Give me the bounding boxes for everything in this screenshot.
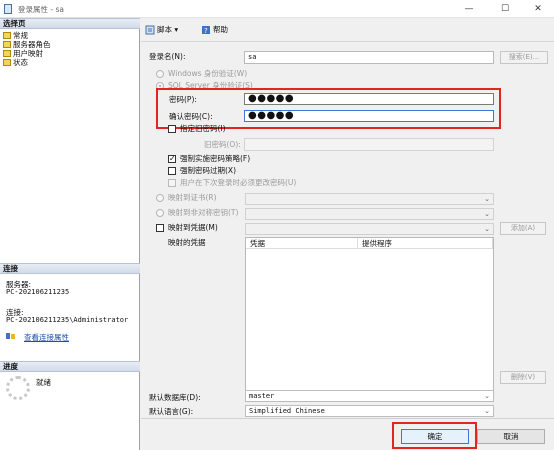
page-icon bbox=[3, 59, 11, 66]
add-credential-button[interactable]: 添加(A) bbox=[500, 222, 546, 235]
login-name-field[interactable]: sa bbox=[244, 51, 494, 64]
window-title: 登录属性 - sa bbox=[18, 5, 64, 14]
close-button[interactable]: ✕ bbox=[520, 2, 554, 16]
sidebar-item-label: 服务器角色 bbox=[13, 40, 51, 49]
cancel-button[interactable]: 取消 bbox=[477, 429, 545, 444]
login-name-label: 登录名(N): bbox=[149, 52, 186, 61]
title-bar: 登录属性 - sa — ☐ ✕ bbox=[0, 0, 554, 18]
chevron-down-icon: ⌄ bbox=[484, 392, 490, 400]
sidebar-item-label: 状态 bbox=[13, 58, 28, 67]
default-lang-label: 默认语言(G): bbox=[149, 407, 194, 416]
view-connection-properties-link[interactable]: 查看连接属性 bbox=[24, 332, 69, 343]
sidebar-item-label: 用户映射 bbox=[13, 49, 43, 58]
specify-old-password-checkbox[interactable] bbox=[168, 125, 176, 133]
page-icon bbox=[3, 32, 11, 39]
chevron-down-icon: ▾ bbox=[172, 25, 179, 34]
progress-status: 就绪 bbox=[36, 378, 51, 387]
windows-auth-radio[interactable] bbox=[156, 70, 164, 78]
map-credential-label: 映射到凭据(M) bbox=[168, 223, 218, 232]
server-value: PC-202106211235 bbox=[6, 288, 70, 296]
remove-credential-button[interactable]: 删除(V) bbox=[500, 371, 546, 384]
sidebar-item-general[interactable]: 常规 bbox=[2, 31, 28, 40]
windows-auth-label: Windows 身份验证(W) bbox=[168, 69, 248, 78]
password-highlight-box bbox=[156, 88, 501, 129]
minimize-button[interactable]: — bbox=[451, 2, 487, 16]
default-db-value: master bbox=[249, 392, 275, 400]
grid-column-header[interactable]: 提供程序 bbox=[358, 238, 493, 249]
toolbar: 脚本 ▾ ? 帮助 bbox=[141, 18, 554, 42]
map-asym-key-radio[interactable] bbox=[156, 209, 164, 217]
old-password-field[interactable] bbox=[244, 138, 494, 151]
script-button[interactable]: 脚本 ▾ bbox=[145, 23, 178, 36]
maximize-button[interactable]: ☐ bbox=[487, 2, 523, 16]
enforce-expiration-label: 强制密码过期(X) bbox=[180, 166, 236, 175]
sidebar-item-label: 常规 bbox=[13, 31, 28, 40]
chevron-down-icon: ⌄ bbox=[484, 407, 490, 415]
script-icon bbox=[145, 25, 155, 35]
help-button[interactable]: ? 帮助 bbox=[201, 23, 228, 36]
connection-properties-icon bbox=[6, 333, 15, 339]
page-icon bbox=[3, 41, 11, 48]
grid-column-header[interactable]: 凭据 bbox=[246, 238, 358, 249]
connection-header: 连接 bbox=[0, 263, 140, 274]
enforce-policy-checkbox[interactable]: ✓ bbox=[168, 155, 176, 163]
default-db-select[interactable]: master ⌄ bbox=[245, 390, 494, 402]
chevron-down-icon: ⌄ bbox=[484, 225, 490, 233]
default-lang-select[interactable]: Simplified Chinese ⌄ bbox=[245, 405, 494, 417]
chevron-down-icon: ⌄ bbox=[484, 195, 490, 203]
chevron-down-icon: ⌄ bbox=[484, 210, 490, 218]
select-page-header: 选择页 bbox=[0, 18, 140, 29]
default-db-label: 默认数据库(D): bbox=[149, 393, 201, 402]
help-label: 帮助 bbox=[213, 25, 228, 34]
connection-value: PC-202106211235\Administrator bbox=[6, 316, 129, 324]
window-app-icon bbox=[4, 4, 12, 14]
credential-select[interactable]: ⌄ bbox=[245, 223, 494, 235]
main-panel: 脚本 ▾ ? 帮助 登录名(N): sa 搜索(E)... Windows 身份验… bbox=[141, 18, 554, 418]
progress-spinner-icon bbox=[6, 376, 30, 400]
page-icon bbox=[3, 50, 11, 57]
progress-header: 进度 bbox=[0, 361, 140, 372]
default-lang-value: Simplified Chinese bbox=[249, 407, 325, 415]
enforce-expiration-checkbox[interactable] bbox=[168, 167, 176, 175]
cert-select[interactable]: ⌄ bbox=[245, 193, 494, 205]
enforce-policy-label: 强制实施密码策略(F) bbox=[180, 154, 251, 163]
must-change-label: 用户在下次登录时必须更改密码(U) bbox=[180, 178, 297, 187]
must-change-checkbox[interactable] bbox=[168, 179, 176, 187]
search-button[interactable]: 搜索(E)... bbox=[500, 51, 548, 64]
old-password-label: 旧密码(O): bbox=[204, 140, 241, 149]
map-cert-radio[interactable] bbox=[156, 194, 164, 202]
sidebar-item-status[interactable]: 状态 bbox=[2, 58, 28, 67]
sidebar-item-user-mapping[interactable]: 用户映射 bbox=[2, 49, 43, 58]
map-cert-label: 映射到证书(R) bbox=[168, 193, 217, 202]
svg-text:?: ? bbox=[204, 27, 208, 35]
ok-highlight-box bbox=[392, 422, 477, 449]
sidebar-item-server-roles[interactable]: 服务器角色 bbox=[2, 40, 51, 49]
map-credential-checkbox[interactable] bbox=[156, 224, 164, 232]
help-icon: ? bbox=[202, 26, 210, 35]
mapped-credentials-label: 映射的凭据 bbox=[168, 238, 206, 247]
script-label: 脚本 bbox=[157, 25, 172, 34]
map-asym-key-label: 映射到非对称密钥(T) bbox=[168, 208, 239, 217]
specify-old-password-label: 指定旧密码(I) bbox=[180, 124, 226, 133]
dialog-footer: 确定 取消 bbox=[141, 418, 554, 450]
asym-key-select[interactable]: ⌄ bbox=[245, 208, 494, 220]
left-panel: 选择页 常规 服务器角色 用户映射 状态 连接 服务器: PC-20210621… bbox=[0, 18, 140, 450]
mapped-credentials-grid[interactable]: 凭据 提供程序 bbox=[245, 237, 494, 391]
